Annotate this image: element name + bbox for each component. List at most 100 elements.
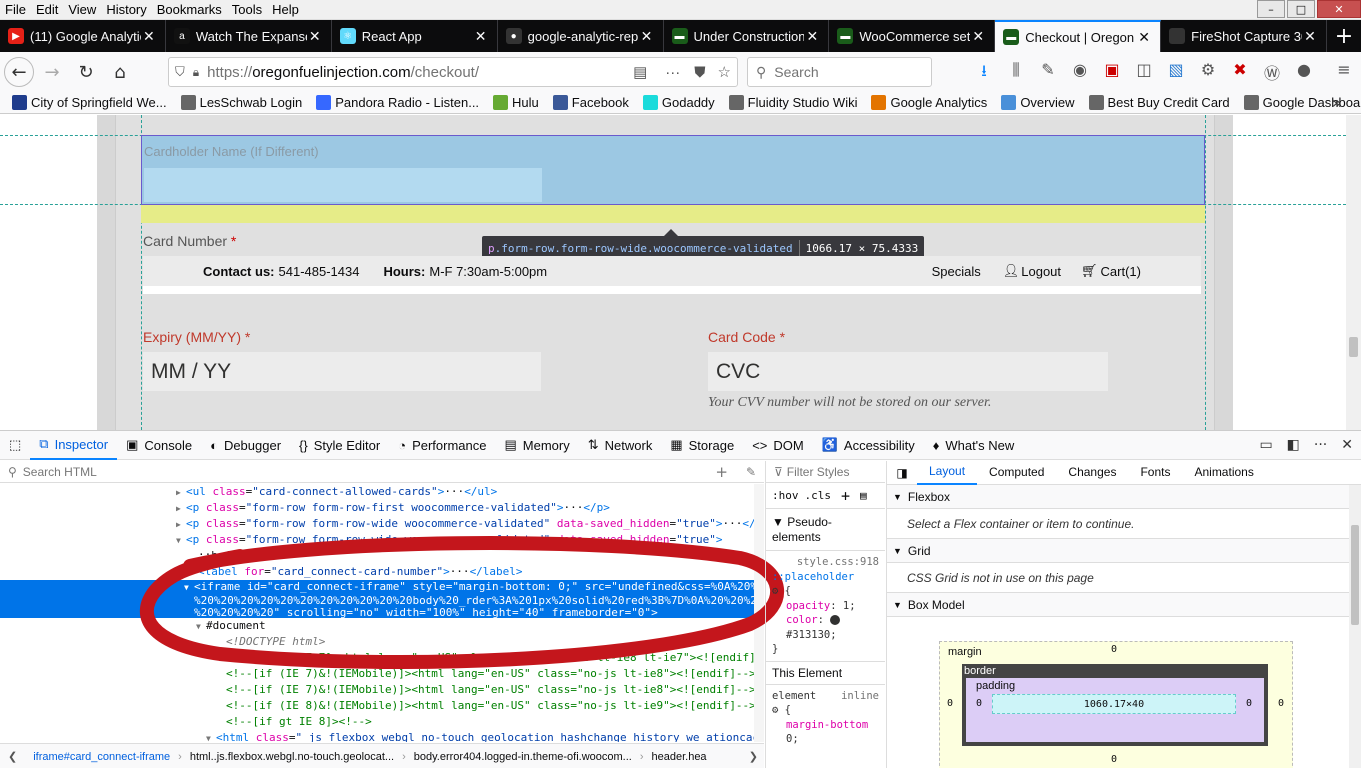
color-swatch-icon[interactable] [830, 615, 841, 625]
menu-view[interactable]: View [63, 2, 101, 17]
menu-bookmarks[interactable]: Bookmarks [152, 2, 227, 17]
page-scrollbar-thumb[interactable] [1349, 337, 1358, 357]
breadcrumb-item[interactable]: body.error404.logged-in.theme-ofi.woocom… [406, 751, 640, 763]
breadcrumb-item[interactable]: header.hea [644, 751, 715, 763]
reload-button[interactable]: ↻ [70, 56, 102, 88]
devtools-tab-accessibility[interactable]: ♿ Accessibility [813, 431, 924, 460]
pocket-icon[interactable]: ⛊ [694, 64, 705, 81]
rule-source-link[interactable]: style.css:918 [772, 555, 879, 570]
download-icon[interactable]: ⭳ [968, 60, 1000, 86]
card-code-input[interactable]: CVC [708, 352, 1108, 391]
tab-close-icon[interactable]: ✕ [639, 28, 655, 45]
cross-extension-icon[interactable]: ✖ [1224, 60, 1256, 86]
html-tree-node[interactable]: ▼ <html class=" js flexbox webgl no-touch… [0, 730, 754, 742]
html-tree-node[interactable]: ▶ <p class="form-row form-row-wide woocom… [0, 516, 754, 532]
devtools-menu-icon[interactable]: ··· [1314, 437, 1327, 453]
sidebar-tab-animations[interactable]: Animations [1182, 461, 1265, 484]
devtools-tab-network[interactable]: ⇅ Network [579, 431, 662, 460]
bookmark-item[interactable]: Facebook [552, 95, 629, 110]
devtools-tab-inspector[interactable]: ⧉ Inspector [30, 431, 118, 460]
breadcrumb-scroll-left-icon[interactable]: ❮ [0, 750, 25, 763]
tab-close-icon[interactable]: ✕ [1136, 29, 1152, 46]
bookmark-star-icon[interactable]: ☆ [718, 63, 731, 81]
devtools-tab-style-editor[interactable]: {} Style Editor [290, 431, 389, 460]
devtools-tab-memory[interactable]: ▤ Memory [496, 431, 579, 460]
html-tree-node[interactable]: ▶ <p class="form-row form-row-first wooco… [0, 500, 754, 516]
html-tree-node[interactable]: <!--[if (IE 7)&!(IEMobile)]><html lang="… [0, 682, 754, 698]
hamburger-menu-icon[interactable]: ≡ [1328, 60, 1360, 86]
devtools-tab-debugger[interactable]: ◐ Debugger [201, 431, 290, 460]
browser-tab-4[interactable]: ▬ Under Construction ✕ [664, 20, 830, 52]
breadcrumb-scroll-right-icon[interactable]: ❯ [743, 750, 764, 763]
dock-icon[interactable]: ◧ [1287, 437, 1300, 453]
html-tree-node[interactable]: <!--[if gt IE 8]><!--> [0, 714, 754, 730]
devtools-tab-storage[interactable]: ▦ Storage [661, 431, 743, 460]
page-scrollbar[interactable] [1346, 115, 1361, 430]
cardholder-name-input[interactable] [144, 168, 542, 202]
browser-tab-5[interactable]: ▬ WooCommerce setti ✕ [829, 20, 996, 52]
tab-close-icon[interactable]: ✕ [141, 28, 157, 45]
tab-close-icon[interactable]: ✕ [1302, 28, 1318, 45]
add-node-icon[interactable]: + [715, 463, 728, 481]
nav-cart-link[interactable]: Cart(1) [1101, 264, 1141, 279]
print-media-icon[interactable]: ▤ [860, 489, 867, 502]
html-search-bar[interactable]: ⚲ Search HTML + ✎ [0, 461, 764, 483]
element-picker-button[interactable]: ⬚ [0, 431, 30, 460]
devtools-tab-console[interactable]: ▣ Console [117, 431, 201, 460]
bookmark-item[interactable]: LesSchwab Login [180, 95, 302, 110]
maximize-button[interactable]: □ [1287, 0, 1315, 18]
bookmark-item[interactable]: Pandora Radio - Listen... [316, 95, 479, 110]
notification-extension-icon[interactable]: ▣ [1096, 60, 1128, 86]
menu-history[interactable]: History [101, 2, 151, 17]
browser-tab-6[interactable]: ▬ Checkout | Oregon F ✕ [995, 20, 1162, 52]
nav-logout-link[interactable]: Logout [1021, 264, 1061, 279]
bookmark-item[interactable]: Fluidity Studio Wiki [728, 95, 857, 110]
flexbox-section-header[interactable]: ▼ Flexbox [887, 485, 1361, 509]
eyedropper-icon[interactable]: ✎ [1032, 60, 1064, 86]
sidebar-tab-computed[interactable]: Computed [977, 461, 1056, 484]
box-model-content[interactable]: 1060.17×40 [992, 694, 1236, 714]
pseudo-elements-header[interactable]: ▼ Pseudo-elements [766, 509, 885, 551]
breadcrumb-item[interactable]: html..js.flexbox.webgl.no-touch.geolocat… [182, 751, 402, 763]
bookmark-item[interactable]: City of Springfield We... [12, 95, 167, 110]
devtools-tab-what-s-new[interactable]: ♦ What's New [924, 431, 1024, 460]
bookmark-item[interactable]: Hulu [493, 95, 539, 110]
eyedropper-icon[interactable]: ✎ [746, 465, 756, 479]
close-window-button[interactable]: ✕ [1317, 0, 1361, 18]
breadcrumb-item[interactable]: iframe#card_connect-iframe [25, 751, 178, 763]
settings-extension-icon[interactable]: ⚙ [1192, 60, 1224, 86]
add-rule-icon[interactable]: + [841, 487, 850, 505]
cls-toggle[interactable]: .cls [805, 489, 832, 502]
browser-tab-0[interactable]: ▶ (11) Google Analytic ✕ [0, 20, 166, 52]
browser-tab-3[interactable]: ● google-analytic-rep ✕ [498, 20, 664, 52]
html-tree-node[interactable]: ▶ <ul class="card-connect-allowed-cards">… [0, 484, 754, 500]
search-bar[interactable]: ⚲ Search [747, 57, 932, 87]
close-devtools-icon[interactable]: ✕ [1341, 437, 1353, 453]
menu-file[interactable]: File [0, 2, 31, 17]
page-actions-button[interactable]: ··· [665, 64, 680, 81]
menu-tools[interactable]: Tools [227, 2, 267, 17]
screenshot-extension-icon[interactable]: ▧ [1160, 60, 1192, 86]
bookmark-item[interactable]: Best Buy Credit Card [1088, 95, 1230, 110]
wordpress-icon[interactable]: Ⓦ [1256, 60, 1288, 86]
hov-toggle[interactable]: :hov [772, 489, 799, 502]
bookmark-item[interactable]: Google Analytics [871, 95, 987, 110]
sidebar-tab-layout[interactable]: Layout [917, 460, 978, 485]
responsive-mode-icon[interactable]: ▭ [1259, 437, 1272, 453]
tab-close-icon[interactable]: ✕ [307, 28, 323, 45]
extension-icon[interactable]: ◉ [1064, 60, 1096, 86]
account-icon[interactable]: ● [1288, 60, 1320, 86]
url-bar[interactable]: ⛉ 🔒︎ https://oregonfuelinjection.com/che… [168, 57, 738, 87]
sidebar-tab-changes[interactable]: Changes [1056, 461, 1128, 484]
reader-view-icon[interactable]: ▤ [633, 63, 647, 81]
menu-help[interactable]: Help [267, 2, 304, 17]
tab-close-icon[interactable]: ✕ [804, 28, 820, 45]
browser-tab-2[interactable]: ⚛ React App ✕ [332, 20, 498, 52]
toggle-sidebar-icon[interactable]: ◨ [887, 466, 917, 480]
forward-button[interactable]: → [36, 56, 68, 88]
bookmark-item[interactable]: Google Dashboard [1243, 95, 1361, 110]
menu-edit[interactable]: Edit [31, 2, 63, 17]
bookmarks-overflow-button[interactable]: » [1332, 93, 1342, 112]
nav-specials-link[interactable]: Specials [932, 264, 981, 279]
contact-phone[interactable]: 541-485-1434 [279, 264, 360, 279]
